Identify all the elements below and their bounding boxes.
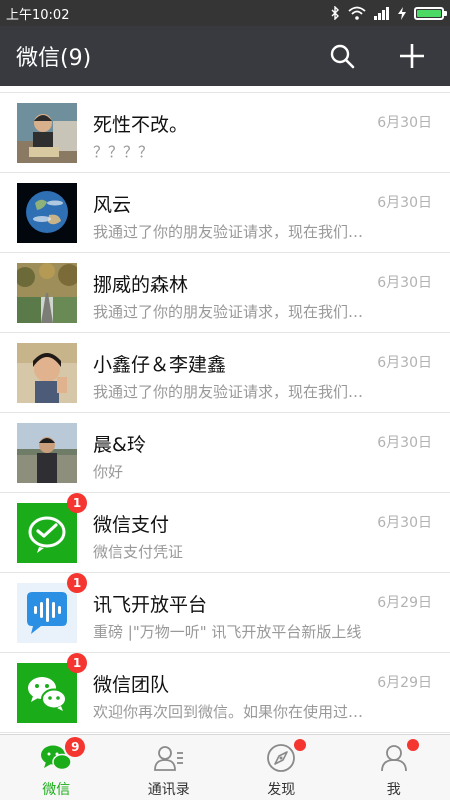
signal-icon: [374, 6, 389, 20]
wechat-pay-icon: [17, 503, 77, 563]
chat-row[interactable]: 挪威的森林 6月30日 我通过了你的朋友验证请求，现在我们可以开始聊天了: [0, 253, 450, 333]
search-icon: [330, 44, 355, 69]
avatar: [17, 423, 77, 483]
chat-name: 讯飞开放平台: [93, 594, 208, 616]
profile-icon: [380, 745, 407, 772]
iflytek-icon: [17, 583, 77, 643]
chat-name: 微信支付: [93, 514, 170, 536]
add-button[interactable]: [390, 34, 434, 78]
avatar-wrap: 1: [17, 573, 87, 643]
compass-icon: [267, 744, 296, 772]
search-button[interactable]: [320, 34, 364, 78]
battery-level: [417, 9, 441, 17]
app-header: 微信(9): [0, 26, 450, 86]
contacts-icon: [153, 746, 183, 771]
chat-preview: 微信支付凭证: [93, 543, 184, 561]
chat-time: 6月30日: [377, 355, 432, 371]
wifi-icon: [348, 6, 366, 20]
chat-preview: 我通过了你的朋友验证请求，现在我们可以开始聊天了: [93, 303, 375, 321]
chat-time: 6月29日: [377, 675, 432, 691]
chat-row[interactable]: 1 微信团队 6月29日 欢迎你再次回到微信。如果你在使用过程中有任何问题: [0, 653, 450, 733]
avatar-wrap: [17, 343, 77, 403]
chat-time: 6月30日: [377, 515, 432, 531]
tab-chats[interactable]: 9 微信: [0, 735, 113, 800]
chat-name: 风云: [93, 194, 132, 216]
avatar-wrap: [17, 263, 77, 323]
avatar-wrap: 1: [17, 653, 87, 723]
avatar: [17, 263, 77, 323]
avatar: [17, 343, 77, 403]
status-bar: 上午10:02: [0, 0, 450, 26]
tab-bar: 9 微信 通讯录 发现 我: [0, 734, 450, 800]
battery-icon: [414, 6, 447, 20]
chat-row[interactable]: 死性不改。 6月30日 ？？？？: [0, 93, 450, 173]
chat-time: 6月30日: [377, 195, 432, 211]
tab-badge: 9: [65, 737, 86, 757]
chat-row[interactable]: 风云 6月30日 我通过了你的朋友验证请求，现在我们可以开始聊天了: [0, 173, 450, 253]
avatar-wrap: [17, 183, 77, 243]
chat-name: 晨&玲: [93, 434, 146, 456]
tab-icon-wrap: [152, 741, 186, 775]
list-edge: [0, 86, 450, 93]
tab-label: 微信: [42, 782, 71, 798]
chat-list[interactable]: 死性不改。 6月30日 ？？？？ 风云 6月30日 我通过了你的朋友验证请求，现…: [0, 86, 450, 734]
unread-badge: 1: [67, 493, 87, 513]
tab-icon-wrap: 9: [39, 737, 86, 775]
plus-icon: [400, 44, 424, 68]
chat-time: 6月30日: [377, 115, 432, 131]
chat-time: 6月29日: [377, 595, 432, 611]
bluetooth-icon: [331, 6, 339, 20]
avatar-wrap: 1: [17, 493, 87, 563]
chat-name: 挪威的森林: [93, 274, 189, 296]
avatar-wrap: [17, 103, 77, 163]
tab-dot: [294, 739, 307, 751]
tab-icon-wrap: [264, 739, 307, 775]
chat-name: 小鑫仔＆李建鑫: [93, 354, 227, 376]
chat-name: 死性不改。: [93, 114, 189, 136]
tab-contacts[interactable]: 通讯录: [113, 735, 226, 800]
chat-time: 6月30日: [377, 275, 432, 291]
chat-preview: 重磅 |"万物一听" 讯飞开放平台新版上线: [93, 623, 362, 641]
charging-icon: [398, 6, 406, 20]
chat-preview: 你好: [93, 463, 124, 481]
chat-name: 微信团队: [93, 674, 170, 696]
tab-label: 发现: [267, 782, 296, 798]
status-time: 上午10:02: [6, 7, 70, 23]
chat-row[interactable]: 1 讯飞开放平台 6月29日 重磅 |"万物一听" 讯飞开放平台新版上线: [0, 573, 450, 653]
page-title: 微信(9): [16, 46, 92, 71]
chat-row[interactable]: 晨&玲 6月30日 你好: [0, 413, 450, 493]
chat-row[interactable]: 1 微信支付 6月30日 微信支付凭证: [0, 493, 450, 573]
tab-label: 通讯录: [147, 782, 190, 798]
chat-time: 6月30日: [377, 435, 432, 451]
chat-preview: 欢迎你再次回到微信。如果你在使用过程中有任何问题: [93, 703, 375, 721]
unread-badge: 1: [67, 573, 87, 593]
avatar: [17, 183, 77, 243]
status-icons: [330, 6, 447, 20]
chat-preview: 我通过了你的朋友验证请求，现在我们可以开始聊天了: [93, 383, 375, 401]
avatar: [17, 103, 77, 163]
tab-label: 我: [386, 782, 401, 798]
chat-preview: 我通过了你的朋友验证请求，现在我们可以开始聊天了: [93, 223, 375, 241]
tab-icon-wrap: [377, 739, 419, 775]
tab-me[interactable]: 我: [338, 735, 450, 800]
chat-row[interactable]: 小鑫仔＆李建鑫 6月30日 我通过了你的朋友验证请求，现在我们可以开始聊天了: [0, 333, 450, 413]
chat-preview: ？？？？: [93, 143, 154, 161]
wechat-team-icon: [17, 663, 77, 723]
unread-badge: 1: [67, 653, 87, 673]
tab-dot: [406, 739, 419, 751]
avatar-wrap: [17, 423, 77, 483]
tab-discover[interactable]: 发现: [225, 735, 338, 800]
